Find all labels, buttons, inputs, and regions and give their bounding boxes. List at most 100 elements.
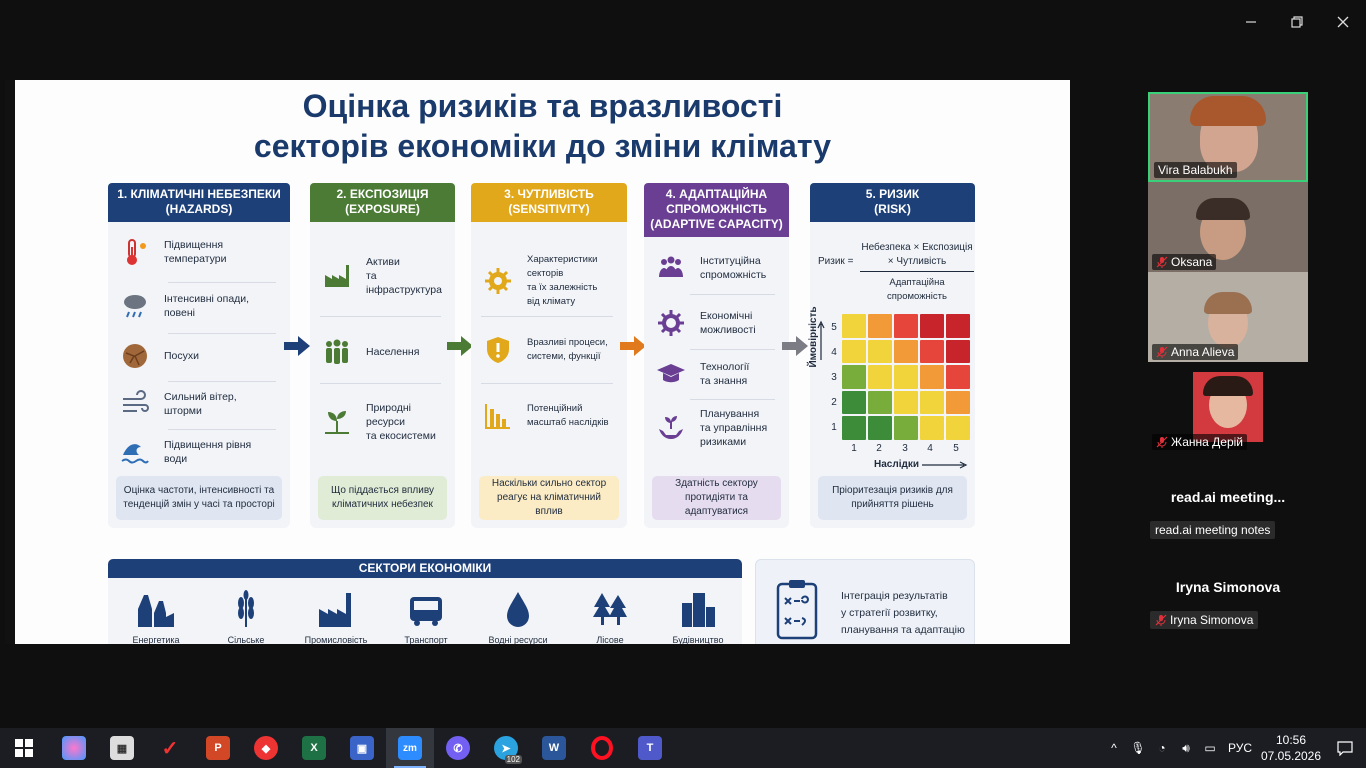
risk-matrix-cell (946, 339, 970, 364)
taskbar-opera[interactable] (578, 728, 626, 768)
word-icon: W (542, 736, 566, 760)
item-line: від клімату (527, 296, 576, 307)
y-tick: 2 (831, 397, 837, 408)
formula-numerator-2: × Чутливість (887, 256, 947, 267)
item-line: води (164, 453, 188, 465)
volume-icon[interactable]: 🔊︎ (1174, 741, 1198, 756)
iryna-tile-title[interactable]: Iryna Simonova (1123, 579, 1333, 595)
column-header: 1. КЛІМАТИЧНІ НЕБЕЗПЕКИ (HAZARDS) (108, 183, 290, 222)
risk-matrix-cell (946, 390, 970, 415)
taskbar-save[interactable]: ▣ (338, 728, 386, 768)
title-line-2: секторів економіки до зміни клімату (253, 128, 832, 164)
divider (690, 294, 775, 295)
column-header-line1: 5. РИЗИК (865, 187, 920, 201)
wave-icon (118, 435, 152, 469)
restore-icon (1291, 16, 1303, 28)
exposure-assets: Активи та інфраструктура (320, 255, 445, 297)
bus-icon (410, 597, 442, 626)
buildings-icon (682, 593, 715, 627)
participant-tile-active[interactable]: Vira Balabukh (1148, 92, 1308, 182)
sensitivity-processes: Вразливі процеси, системи, функції (481, 333, 617, 367)
divider (481, 383, 613, 384)
readai-tile-title[interactable]: read.ai meeting... (1123, 489, 1333, 505)
item-line: температури (164, 253, 227, 265)
minimize-button[interactable] (1228, 0, 1274, 44)
participant-tile[interactable]: Oksana (1148, 182, 1308, 272)
sector-transport: Транспорт (386, 589, 466, 644)
taskbar-viber[interactable]: ✆ (434, 728, 482, 768)
readai-label-text: read.ai meeting notes (1155, 523, 1271, 537)
item-line: та управління (700, 422, 768, 434)
risk-matrix-cell (842, 339, 866, 364)
risk-matrix-cell (868, 339, 892, 364)
item-line: спроможність (700, 269, 767, 281)
sector-agriculture: Сільське (206, 589, 286, 644)
x-tick: 5 (953, 443, 959, 454)
matrix-x-label: Наслідки (874, 459, 919, 470)
rain-cloud-icon (118, 289, 152, 323)
sector-water: Водні ресурси (478, 589, 558, 644)
taskbar-powerpoint[interactable]: P (194, 728, 242, 768)
arrow-right-small-icon (922, 461, 968, 469)
arrow-right-icon (447, 336, 473, 356)
hazard-drought: Посухи (118, 339, 280, 373)
tray-chevron-icon[interactable]: ^ (1102, 741, 1126, 755)
capacity-economic: Економічні можливості (654, 306, 779, 340)
restore-button[interactable] (1274, 0, 1320, 44)
item-line: Природні ресурси (366, 402, 411, 428)
people-icon (320, 335, 354, 369)
readai-label: read.ai meeting notes (1150, 521, 1276, 539)
wheat-icon (238, 590, 254, 627)
taskbar-calculator[interactable]: ▦ (98, 728, 146, 768)
arrow-right-icon (620, 336, 646, 356)
notifications-button[interactable] (1324, 740, 1366, 756)
taskbar-vivaldi[interactable]: ✓ (146, 728, 194, 768)
risk-matrix (842, 314, 970, 440)
battery-icon[interactable]: ▭ (1198, 741, 1222, 755)
calculator-icon: ▦ (110, 736, 134, 760)
column-header-line3: (ADAPTIVE CAPACITY) (650, 217, 783, 231)
participant-tile[interactable]: Жанна Дерій (1148, 362, 1308, 452)
formula-denominator: Адаптаційна спроможність (860, 271, 974, 304)
taskbar-anydesk[interactable]: ◆ (242, 728, 290, 768)
participant-tile[interactable]: Anna Alieva (1148, 272, 1308, 362)
anydesk-icon: ◆ (254, 736, 278, 760)
taskbar-zoom[interactable]: zm (386, 728, 434, 768)
divider (168, 333, 276, 334)
microphone-icon[interactable]: 🎙︎ (1126, 741, 1150, 755)
taskbar-word[interactable]: W (530, 728, 578, 768)
x-tick: 4 (927, 443, 933, 454)
item-line: масштаб наслідків (527, 417, 609, 428)
start-button[interactable] (0, 728, 48, 768)
shared-screen[interactable]: Оцінка ризиків та вразливості секторів е… (5, 80, 1070, 644)
language-indicator[interactable]: РУС (1222, 741, 1258, 755)
hazard-sea-level: Підвищення рівня води (118, 435, 280, 469)
iryna-label: Iryna Simonova (1150, 611, 1259, 629)
taskbar-teams[interactable]: T (626, 728, 674, 768)
taskbar-excel[interactable]: X (290, 728, 338, 768)
column-sensitivity: 3. ЧУТЛИВІСТЬ (SENSITIVITY) Характеристи… (471, 183, 627, 528)
close-button[interactable] (1320, 0, 1366, 44)
column-header-line2: (EXPOSURE) (345, 202, 420, 216)
sector-label: Будівництво (672, 635, 724, 644)
taskbar: ▦ ✓ P ◆ X ▣ zm ✆ ➤ 102 W T ^ 🎙︎ ◔ 🔊︎ ▭ РУ… (0, 728, 1366, 768)
column-risk: 5. РИЗИК (RISK) Ризик = Небезпека × Експ… (808, 183, 975, 528)
floppy-icon: ▣ (350, 736, 374, 760)
sector-energy: Енергетика (116, 589, 196, 644)
participant-name-text: Vira Balabukh (1158, 163, 1233, 177)
participant-name-text: Anna Alieva (1171, 345, 1235, 359)
zoom-window: Оцінка ризиків та вразливості секторів е… (0, 0, 1366, 728)
divider (168, 282, 276, 283)
wifi-icon[interactable]: ◔ (1150, 741, 1174, 755)
column-header-line1: 3. ЧУТЛИВІСТЬ (504, 187, 594, 201)
clock[interactable]: 10:56 07.05.2026 (1258, 732, 1324, 764)
taskbar-paint[interactable] (50, 728, 98, 768)
column-exposure: 2. ЕКСПОЗИЦІЯ (EXPOSURE) Активи та інфрас… (310, 183, 455, 528)
column-header-line2: (RISK) (874, 202, 911, 216)
item-line: Посухи (164, 350, 200, 362)
sector-label: Енергетика (132, 635, 180, 644)
risk-matrix-cell (868, 416, 892, 440)
risk-matrix-cell (868, 365, 892, 389)
arrow-right-icon (284, 336, 310, 356)
taskbar-telegram[interactable]: ➤ 102 (482, 728, 530, 768)
